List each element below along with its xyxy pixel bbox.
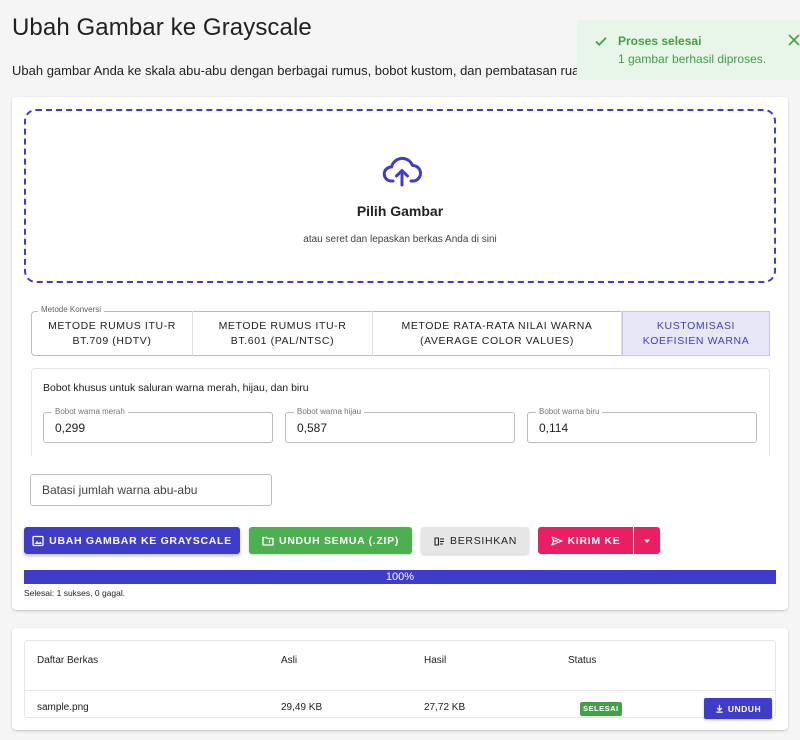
method-option-average[interactable]: METODE RATA-RATA NILAI WARNA (AVERAGE COL…: [373, 311, 622, 356]
gray-limit-input[interactable]: [30, 474, 272, 506]
blue-weight-label: Bobot warna biru: [536, 407, 603, 416]
file-table: Daftar Berkas Asli Hasil Status sample.p…: [24, 640, 776, 719]
dropzone-hint: atau seret dan lepaskan berkas Anda di s…: [303, 234, 497, 245]
check-icon: [595, 37, 607, 46]
download-file-button[interactable]: UNDUH: [704, 698, 772, 719]
clear-list-icon: [434, 536, 444, 546]
table-divider: [25, 690, 775, 691]
progress-bar: 100%: [24, 570, 776, 584]
caret-down-icon: [644, 539, 650, 543]
col-header-status: Status: [568, 655, 597, 666]
convert-button[interactable]: UBAH GAMBAR KE GRAYSCALE: [24, 527, 240, 554]
col-header-original: Asli: [281, 655, 298, 666]
download-all-zip-label: UNDUH SEMUA (.ZIP): [278, 534, 400, 547]
col-header-name: Daftar Berkas: [37, 655, 99, 666]
method-option-custom[interactable]: KUSTOMISASI KOEFISIEN WARNA: [622, 311, 770, 356]
send-icon: [550, 535, 563, 546]
send-to-button[interactable]: KIRIM KE: [538, 527, 633, 554]
file-list-card: Daftar Berkas Asli Hasil Status sample.p…: [12, 628, 788, 730]
method-option-custom-line1: KUSTOMISASI: [656, 319, 736, 332]
col-header-result: Hasil: [424, 655, 447, 666]
method-option-bt601[interactable]: METODE RUMUS ITU-R BT.601 (PAL/NTSC): [193, 311, 373, 356]
page-title: Ubah Gambar ke Grayscale: [12, 14, 312, 41]
green-weight-label: Bobot warna hijau: [294, 407, 365, 416]
cloud-upload-icon: [382, 156, 422, 187]
close-icon[interactable]: [787, 33, 800, 47]
status-badge: SELESAI: [580, 702, 622, 716]
file-dropzone[interactable]: Pilih Gambar atau seret dan lepaskan ber…: [24, 109, 776, 283]
blue-weight-value: 0,114: [539, 421, 569, 435]
progress-text: 100%: [385, 571, 415, 583]
weights-title: Bobot khusus untuk saluran warna merah, …: [43, 382, 309, 394]
download-all-zip-button[interactable]: UNDUH SEMUA (.ZIP): [249, 527, 412, 554]
file-result-size: 27,72 KB: [424, 702, 466, 713]
method-option-bt601-line2: BT.601 (PAL/NTSC): [230, 334, 335, 347]
convert-button-label: UBAH GAMBAR KE GRAYSCALE: [49, 534, 232, 547]
clear-button[interactable]: BERSIHKAN: [421, 527, 529, 554]
toast-message: 1 gambar berhasil diproses.: [618, 52, 767, 66]
file-original-size: 29,49 KB: [281, 702, 323, 713]
method-option-bt601-line1: METODE RUMUS ITU-R: [218, 319, 347, 332]
success-toast: Proses selesai 1 gambar berhasil diprose…: [577, 20, 800, 80]
red-weight-value: 0,299: [55, 421, 86, 435]
send-to-label: KIRIM KE: [567, 534, 621, 547]
method-option-average-line2: (AVERAGE COLOR VALUES): [419, 334, 574, 347]
red-weight-field[interactable]: Bobot warna merah 0,299: [43, 407, 273, 443]
green-weight-value: 0,587: [297, 421, 328, 435]
method-option-bt709[interactable]: METODE RUMUS ITU-R BT.709 (HDTV): [32, 311, 193, 356]
method-option-bt709-line2: BT.709 (HDTV): [72, 334, 152, 347]
image-icon: [32, 535, 44, 546]
method-option-custom-line2: KOEFISIEN WARNA: [642, 334, 750, 347]
clear-button-label: BERSIHKAN: [450, 534, 517, 547]
send-to-dropdown[interactable]: [634, 527, 660, 554]
method-option-average-line1: METODE RATA-RATA NILAI WARNA: [401, 319, 593, 332]
toast-title: Proses selesai: [618, 34, 702, 48]
converter-card: Pilih Gambar atau seret dan lepaskan ber…: [12, 97, 788, 610]
method-option-bt709-line1: METODE RUMUS ITU-R: [48, 319, 176, 332]
file-name: sample.png: [37, 702, 89, 713]
download-icon: [716, 704, 723, 713]
dropzone-title: Pilih Gambar: [356, 203, 444, 219]
blue-weight-field[interactable]: Bobot warna biru 0,114: [527, 407, 757, 443]
process-summary: Selesai: 1 sukses, 0 gagal.: [24, 588, 126, 598]
green-weight-field[interactable]: Bobot warna hijau 0,587: [285, 407, 515, 443]
page-description: Ubah gambar Anda ke skala abu-abu dengan…: [12, 63, 594, 78]
red-weight-label: Bobot warna merah: [52, 407, 128, 416]
folder-zip-icon: [262, 536, 274, 546]
download-file-label: UNDUH: [727, 703, 762, 714]
